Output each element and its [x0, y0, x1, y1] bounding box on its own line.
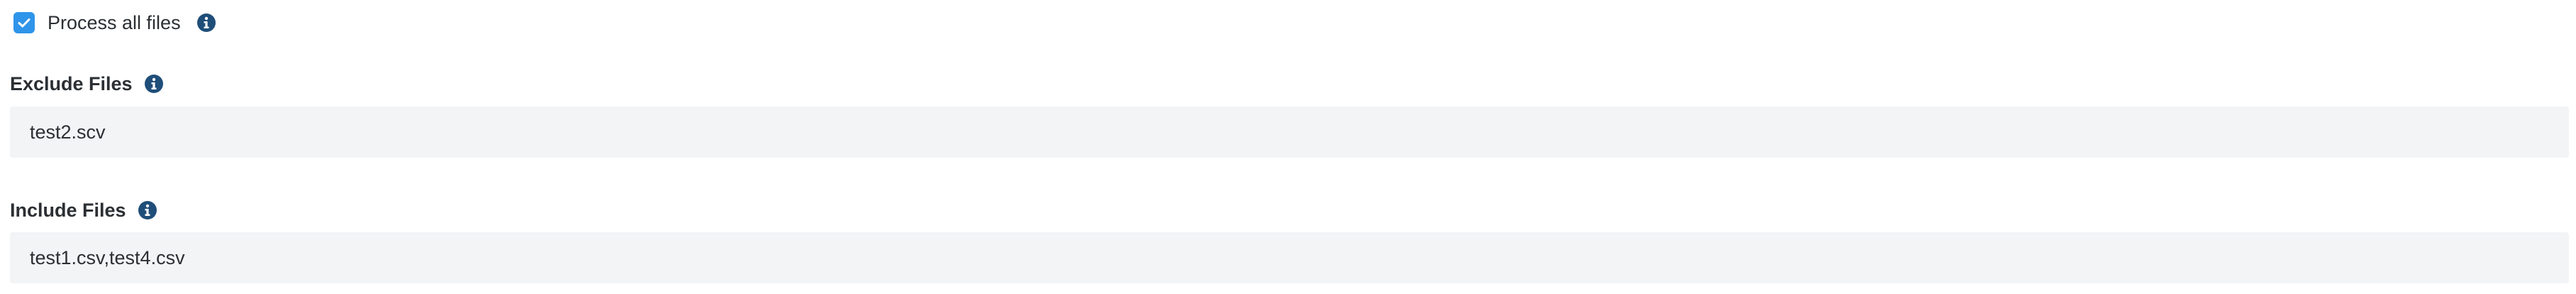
process-all-files-info-icon[interactable] — [196, 13, 216, 33]
exclude-files-label-row: Exclude Files — [10, 72, 164, 96]
process-all-files-checkbox[interactable] — [13, 12, 35, 33]
exclude-files-info-icon[interactable] — [144, 74, 164, 94]
include-files-label: Include Files — [10, 200, 126, 221]
include-files-input[interactable] — [10, 232, 2569, 283]
include-files-info-icon[interactable] — [138, 200, 157, 220]
file-filter-form: Process all files Exclude Files Include … — [10, 0, 2569, 294]
exclude-files-input[interactable] — [10, 107, 2569, 158]
include-files-label-row: Include Files — [10, 198, 157, 222]
process-all-files-row: Process all files — [13, 11, 216, 34]
process-all-files-label[interactable]: Process all files — [48, 11, 181, 34]
check-icon — [18, 18, 30, 28]
exclude-files-label: Exclude Files — [10, 73, 133, 94]
